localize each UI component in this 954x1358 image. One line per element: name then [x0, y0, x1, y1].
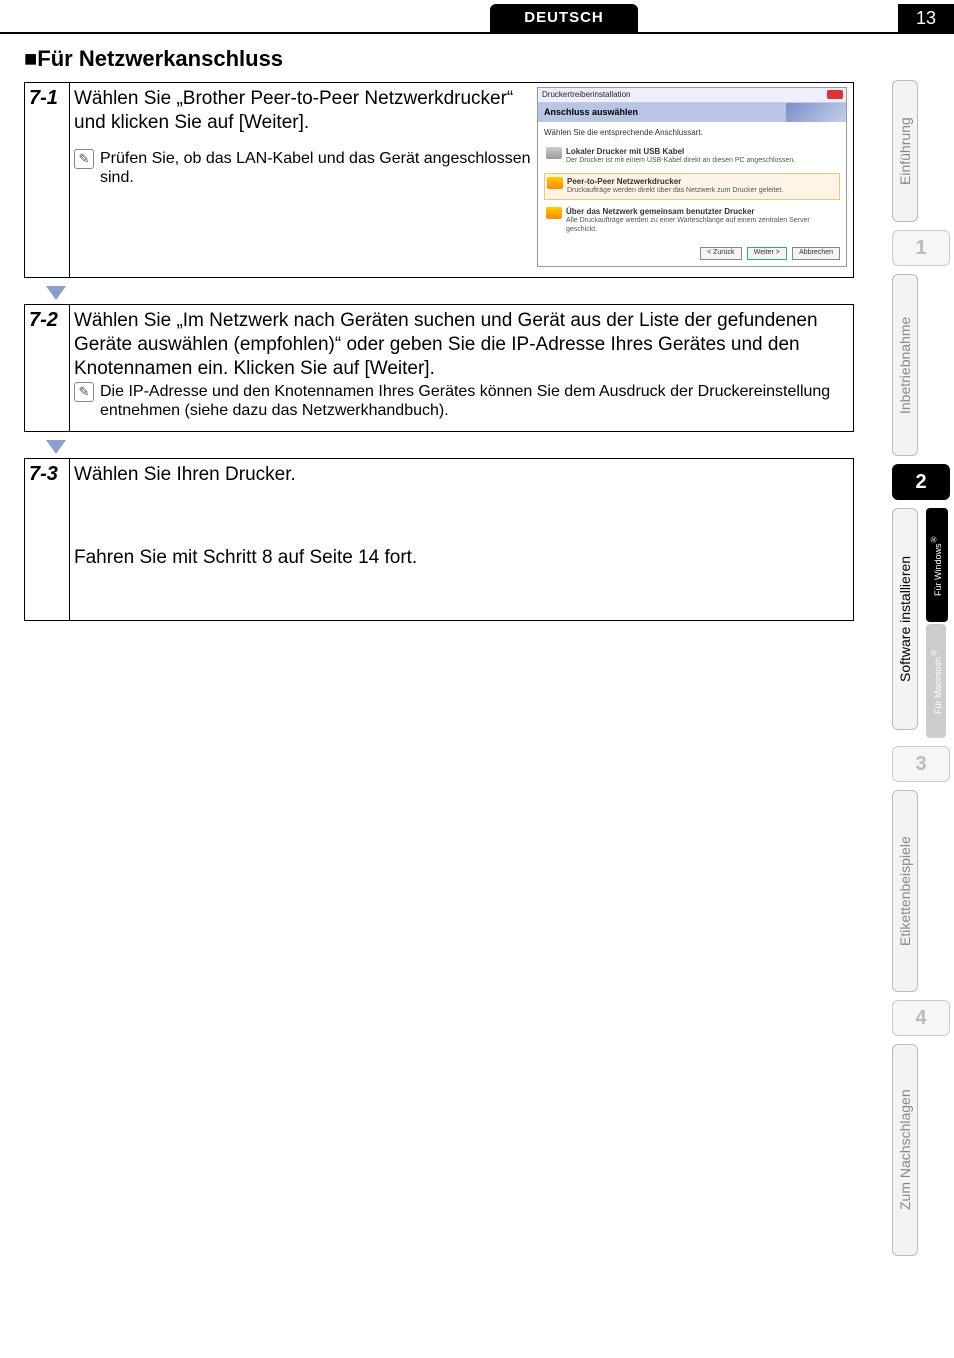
- tab-number-4[interactable]: 4: [892, 1000, 950, 1036]
- step-7-3: 7-3 Wählen Sie Ihren Drucker. Fahren Sie…: [24, 458, 854, 622]
- note-icon: ✎: [74, 149, 94, 169]
- arrow-down-icon: [44, 284, 854, 302]
- note-icon: ✎: [74, 382, 94, 402]
- dialog-screenshot: Druckertreiberinstallation Anschluss aus…: [537, 87, 847, 267]
- side-tabs: Einführung 1 Inbetriebnahme 2 Software i…: [892, 80, 948, 1264]
- step-text: Wählen Sie „Brother Peer-to-Peer Netzwer…: [74, 87, 531, 135]
- cancel-button: Abbrechen: [792, 247, 840, 260]
- tab-windows[interactable]: Für Windows®: [926, 508, 948, 622]
- option-title: Peer-to-Peer Netzwerkdrucker: [567, 177, 783, 187]
- dialog-option-usb: Lokaler Drucker mit USB KabelDer Drucker…: [544, 144, 840, 169]
- next-button: Weiter >: [747, 247, 787, 260]
- tab-number-3[interactable]: 3: [892, 746, 950, 782]
- tab-intro[interactable]: Einführung: [892, 80, 918, 222]
- dialog-window-title: Druckertreiberinstallation: [542, 90, 630, 99]
- connection-icon: [546, 207, 562, 219]
- header-bar: DEUTSCH 13: [0, 4, 954, 32]
- back-button: < Zurück: [700, 247, 741, 260]
- step-7-1: 7-1 Wählen Sie „Brother Peer-to-Peer Net…: [24, 82, 854, 278]
- step-text: Wählen Sie „Im Netzwerk nach Geräten suc…: [74, 309, 847, 380]
- step-number: 7-1: [25, 83, 69, 114]
- tab-setup[interactable]: Inbetriebnahme: [892, 274, 918, 456]
- dialog-option-peer: Peer-to-Peer NetzwerkdruckerDruckaufträg…: [544, 173, 840, 200]
- header-rule: [0, 32, 954, 34]
- language-tab: DEUTSCH: [490, 4, 638, 32]
- step-number: 7-3: [25, 459, 69, 490]
- connection-icon: [546, 147, 562, 159]
- tab-number-1[interactable]: 1: [892, 230, 950, 266]
- dialog-instruction: Wählen Sie die entsprechende Anschlussar…: [544, 128, 840, 138]
- tab-label-examples[interactable]: Etikettenbeispiele: [892, 790, 918, 992]
- option-desc: Der Drucker ist mit einem USB-Kabel dire…: [566, 157, 795, 166]
- page-number: 13: [898, 4, 954, 32]
- tab-install-software[interactable]: Software installieren: [892, 508, 918, 730]
- close-icon: [827, 90, 843, 99]
- dialog-option-shared: Über das Netzwerk gemeinsam benutzter Dr…: [544, 204, 840, 238]
- tab-number-2[interactable]: 2: [892, 464, 950, 500]
- dialog-heading: Anschluss auswählen: [538, 103, 846, 122]
- option-title: Über das Netzwerk gemeinsam benutzter Dr…: [566, 207, 838, 217]
- step-text: Wählen Sie Ihren Drucker.: [74, 463, 847, 487]
- connection-icon: [547, 177, 563, 189]
- step-number: 7-2: [25, 305, 69, 336]
- tab-macintosh[interactable]: Für Macintosh®: [926, 624, 946, 738]
- option-desc: Druckaufträge werden direkt über das Net…: [567, 187, 783, 196]
- section-title: ■Für Netzwerkanschluss: [24, 46, 854, 72]
- step-note: Die IP-Adresse und den Knotennamen Ihres…: [100, 382, 847, 420]
- step-note: Prüfen Sie, ob das LAN-Kabel und das Ger…: [100, 149, 531, 187]
- option-desc: Alle Druckaufträge werden zu einer Warte…: [566, 217, 838, 235]
- arrow-down-icon: [44, 438, 854, 456]
- step-7-2: 7-2 Wählen Sie „Im Netzwerk nach Geräten…: [24, 304, 854, 432]
- tab-reference[interactable]: Zum Nachschlagen: [892, 1044, 918, 1256]
- step-continuation: Fahren Sie mit Schritt 8 auf Seite 14 fo…: [74, 546, 847, 570]
- option-title: Lokaler Drucker mit USB Kabel: [566, 147, 795, 157]
